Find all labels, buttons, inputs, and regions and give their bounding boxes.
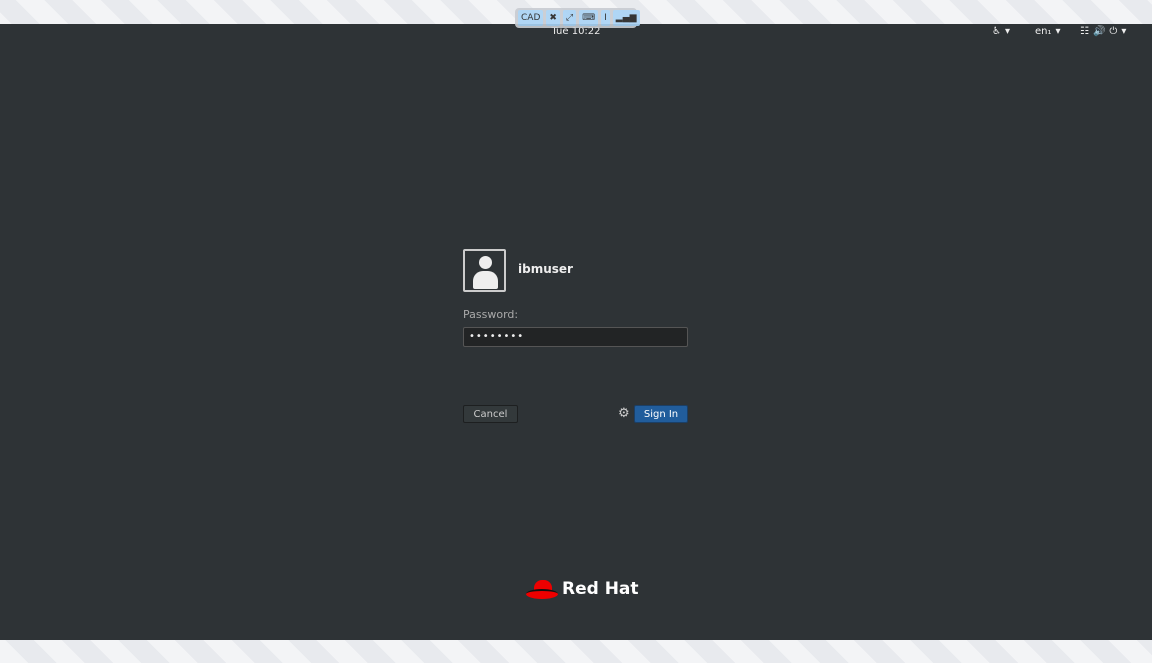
accessibility-icon: ♿ bbox=[992, 26, 1001, 37]
chevron-down-icon: ▾ bbox=[1004, 26, 1010, 37]
network-icon: ☷ bbox=[1080, 26, 1089, 37]
power-icon: ⏻ bbox=[1109, 26, 1118, 37]
keyboard-layout-label: en₁ bbox=[1035, 26, 1052, 37]
fullscreen-icon[interactable]: ⤢ bbox=[562, 10, 577, 26]
chevron-down-icon: ▾ bbox=[1055, 26, 1061, 37]
username: ibmuser bbox=[518, 262, 573, 276]
sign-in-button[interactable]: Sign In bbox=[634, 405, 688, 423]
login-dialog: ibmuser Password: •••••••• Cancel ⚙ Sign… bbox=[463, 249, 688, 423]
vnc-toolbar: CAD ✖ ⤢ ⌨ I ▂▄▆ bbox=[515, 8, 640, 28]
user-avatar-icon bbox=[463, 249, 506, 292]
password-input[interactable]: •••••••• bbox=[463, 327, 688, 347]
ctrl-alt-del-button[interactable]: CAD bbox=[518, 10, 544, 26]
system-menu[interactable]: ☷ 🔊 ⏻ ▾ bbox=[1080, 26, 1126, 37]
password-label: Password: bbox=[463, 308, 519, 321]
signal-icon[interactable]: ▂▄▆ bbox=[612, 10, 640, 26]
fullscreen-exit-icon[interactable]: ✖ bbox=[546, 10, 560, 26]
volume-icon: 🔊 bbox=[1092, 26, 1106, 37]
red-hat-logo: Red Hat bbox=[526, 578, 639, 600]
fedora-icon bbox=[526, 578, 558, 600]
logo-text: Red Hat bbox=[562, 579, 639, 599]
text-cursor-icon[interactable]: I bbox=[601, 10, 610, 26]
chevron-down-icon: ▾ bbox=[1121, 26, 1127, 37]
cancel-button[interactable]: Cancel bbox=[463, 405, 518, 423]
keyboard-icon[interactable]: ⌨ bbox=[579, 10, 599, 26]
accessibility-menu[interactable]: ♿ ▾ bbox=[992, 26, 1010, 37]
keyboard-layout-menu[interactable]: en₁ ▾ bbox=[1035, 26, 1061, 37]
session-settings-gear-icon[interactable]: ⚙ bbox=[618, 406, 630, 421]
